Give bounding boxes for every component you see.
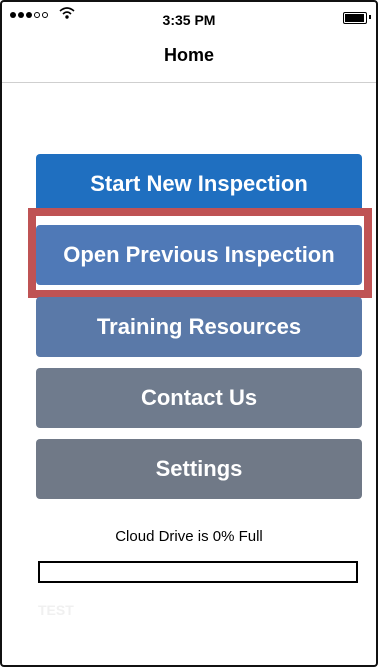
- page-title: Home: [163, 45, 214, 65]
- phone-screen: 3:35 PM Home Start New Inspection Open P…: [0, 0, 378, 667]
- contact-us-button[interactable]: Contact Us: [36, 368, 362, 428]
- start-new-inspection-button[interactable]: Start New Inspection: [36, 154, 362, 214]
- highlight-box: [28, 208, 372, 298]
- training-resources-button[interactable]: Training Resources: [36, 297, 362, 357]
- status-time: 3:35 PM: [162, 12, 216, 28]
- test-label: TEST: [38, 602, 74, 618]
- battery-fill: [345, 14, 364, 22]
- cloud-drive-status: Cloud Drive is 0% Full: [115, 528, 263, 545]
- battery-cap: [369, 15, 371, 19]
- navigation-bar: Home: [2, 34, 376, 83]
- settings-button[interactable]: Settings: [36, 439, 362, 499]
- cloud-drive-progress-bar: [38, 561, 358, 583]
- battery-icon: [343, 12, 367, 24]
